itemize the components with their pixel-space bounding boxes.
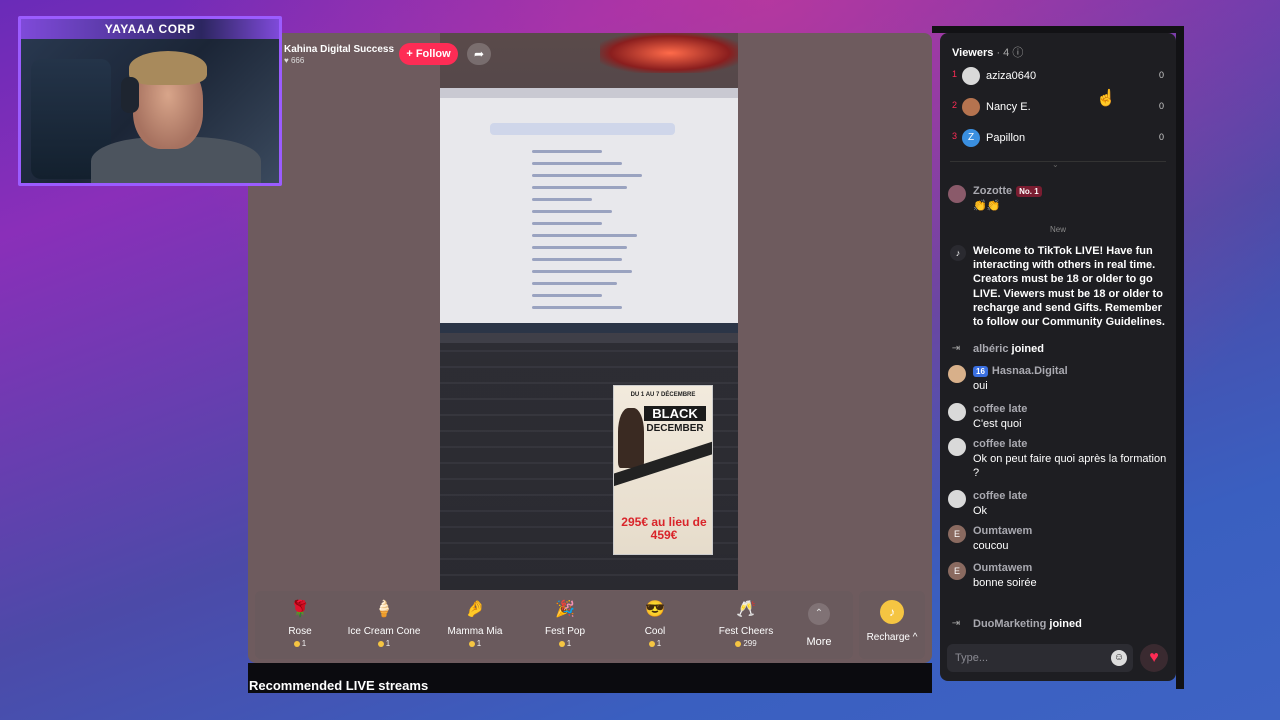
- chat-panel: Viewers · 4 ⓘ 1 aziza0640 0 2 Nancy E. 0…: [940, 33, 1176, 681]
- webcam-overlay: YAYAAA CORP: [18, 16, 282, 186]
- avatar: [948, 185, 966, 203]
- webcam-title: YAYAAA CORP: [21, 19, 279, 39]
- gift-mamma-mia[interactable]: 🤌 Mamma Mia 1: [430, 591, 520, 659]
- avatar: [962, 98, 980, 116]
- new-messages-label: New: [1049, 225, 1066, 234]
- system-message: Welcome to TikTok LIVE! Have fun interac…: [973, 245, 1165, 329]
- streamer-name[interactable]: Kahina Digital Success: [284, 44, 394, 55]
- ice-cream-icon: 🍦: [374, 601, 394, 618]
- fire-effect: [600, 33, 738, 73]
- info-icon[interactable]: ⓘ: [1012, 47, 1023, 59]
- chat-message: E Oumtawem bonne soirée: [948, 562, 1168, 592]
- chat-message: coffee late Ok: [948, 490, 1168, 520]
- top-gifter-message: Zozotte No. 1 👏👏: [948, 185, 1168, 215]
- chat-input-box[interactable]: ☺: [947, 644, 1133, 672]
- hand-cursor-icon: ☝: [1096, 90, 1116, 107]
- avatar: [948, 438, 966, 456]
- join-icon: ⇥: [951, 618, 961, 629]
- viewer-row[interactable]: 3 Z Papillon 0: [952, 129, 1166, 149]
- chat-message: E Oumtawem coucou: [948, 525, 1168, 555]
- fest-cheers-icon: 🥂: [736, 601, 756, 618]
- chat-message: 16 Hasnaa.Digital oui: [948, 365, 1168, 395]
- share-icon[interactable]: ➦: [467, 43, 491, 65]
- avatar: E: [948, 525, 966, 543]
- recharge-button[interactable]: ♪ Recharge ^: [859, 591, 925, 659]
- laptop-screen: [440, 88, 738, 333]
- emoji-icon[interactable]: ☺: [1111, 650, 1127, 666]
- gift-fest-pop[interactable]: 🎉 Fest Pop 1: [520, 591, 610, 659]
- headset-icon: [121, 77, 139, 113]
- level-badge: 16: [973, 365, 988, 377]
- streamer-likes: ♥ 666: [284, 56, 305, 65]
- chat-input[interactable]: [955, 650, 1105, 666]
- tiktok-coin-icon: ♪: [880, 600, 904, 624]
- join-message: ⇥ albéric joined: [948, 341, 1168, 359]
- sunglasses-icon: 😎: [645, 601, 665, 618]
- mamma-mia-icon: 🤌: [465, 601, 485, 618]
- avatar: [948, 403, 966, 421]
- gift-ice-cream-cone[interactable]: 🍦 Ice Cream Cone 1: [339, 591, 429, 659]
- chat-message: coffee late Ok on peut faire quoi après …: [948, 438, 1168, 482]
- avatar: [948, 365, 966, 383]
- fest-pop-icon: 🎉: [555, 601, 575, 618]
- live-stream-frame[interactable]: DU 1 AU 7 DÉCEMBRE BLACK DECEMBER 295€ a…: [440, 33, 738, 590]
- avatar: [948, 490, 966, 508]
- chevron-up-icon[interactable]: ⌃: [808, 603, 830, 625]
- gift-bar: 🌹 Rose 1 🍦 Ice Cream Cone 1 🤌 Mamma Mia …: [255, 591, 853, 659]
- streamer-hair: [129, 51, 207, 85]
- heart-icon[interactable]: ♥: [1140, 644, 1168, 672]
- viewer-row[interactable]: 1 aziza0640 0: [952, 67, 1166, 87]
- chevron-down-icon[interactable]: ⌄: [1052, 160, 1059, 169]
- rank-badge: No. 1: [1016, 185, 1042, 197]
- avatar: [962, 67, 980, 85]
- chat-message: coffee late C'est quoi: [948, 403, 1168, 433]
- join-icon: ⇥: [951, 343, 961, 354]
- promo-poster: DU 1 AU 7 DÉCEMBRE BLACK DECEMBER 295€ a…: [613, 385, 713, 555]
- viewer-row[interactable]: 2 Nancy E. 0: [952, 98, 1166, 118]
- rose-icon: 🌹: [290, 601, 310, 618]
- avatar: E: [948, 562, 966, 580]
- recommended-title: Recommended LIVE streams: [249, 678, 429, 693]
- tiktok-icon: ♪: [950, 245, 966, 261]
- follow-button[interactable]: + Follow: [399, 43, 458, 65]
- gift-fest-cheers[interactable]: 🥂 Fest Cheers 299: [701, 591, 791, 659]
- more-gifts-button[interactable]: More: [800, 636, 838, 648]
- viewers-title: Viewers · 4 ⓘ: [952, 47, 1024, 59]
- avatar: Z: [962, 129, 980, 147]
- gift-cool[interactable]: 😎 Cool 1: [610, 591, 700, 659]
- gift-rose[interactable]: 🌹 Rose 1: [255, 591, 345, 659]
- join-message: ⇥ DuoMarketing joined: [948, 616, 1168, 634]
